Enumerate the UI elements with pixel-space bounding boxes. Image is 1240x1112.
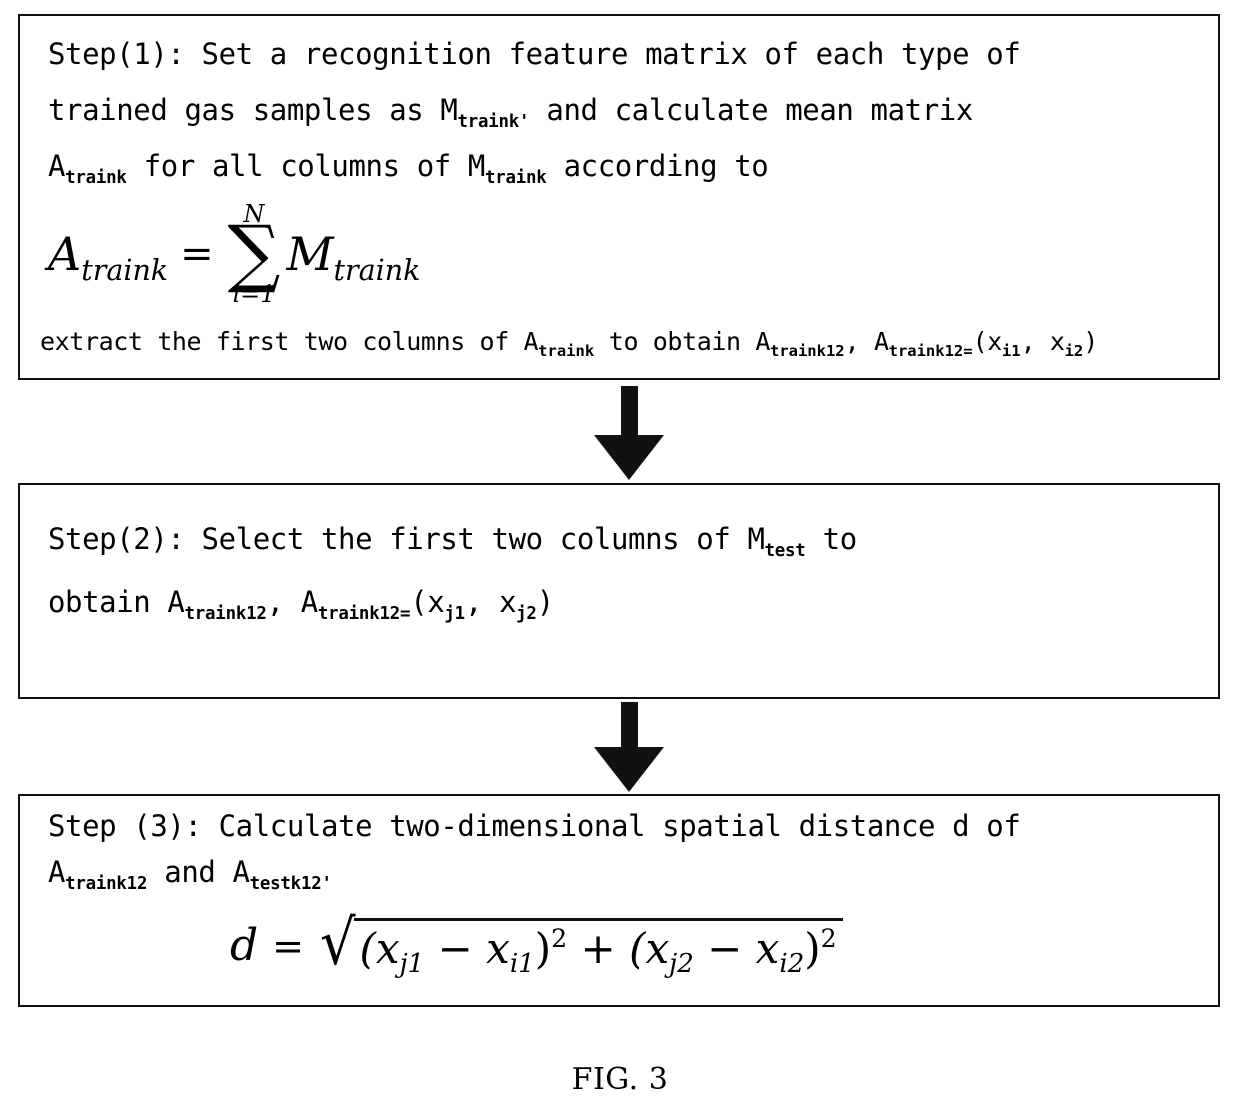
step1-tail-s5: i2: [1064, 341, 1084, 360]
step1-line-1-text: Step(1): Set a recognition feature matri…: [48, 37, 1021, 71]
step1-line-2-post: and calculate mean matrix: [529, 93, 973, 127]
step2-line-2-sub-4: j2: [516, 603, 537, 624]
figure-sheet: Step(1): Set a recognition feature matri…: [0, 0, 1240, 1112]
step3-line-2-pre: A: [48, 855, 66, 889]
step1-formula-summation: Atraink = N ∑ i=1 Mtraink: [48, 202, 420, 306]
formula-sum-lhs: Atraink: [48, 226, 168, 287]
dist-t1-sub-b: i1: [509, 948, 535, 979]
step3-line-1-text: Step (3): Calculate two-dimensional spat…: [48, 809, 1021, 843]
step-box-1-content: Step(1): Set a recognition feature matri…: [20, 16, 1218, 378]
step3-line-2: Atraink12 and Atestk12': [48, 855, 332, 893]
step1-line-3-mid: for all columns of M: [126, 149, 486, 183]
step1-line-3: Atraink for all columns of Mtraink accor…: [48, 149, 769, 187]
step2-line-1-post: to: [805, 522, 858, 556]
dist-t2-sub-a: j2: [669, 948, 694, 979]
formula-sum-equals: =: [180, 230, 214, 277]
dist-t1-exp: 2: [551, 924, 568, 954]
step-box-2-content: Step(2): Select the first two columns of…: [20, 485, 1218, 697]
step1-tail-s4: i1: [1001, 341, 1021, 360]
arrow-head-down-icon: [594, 435, 664, 480]
dist-t2-exp: 2: [820, 924, 837, 954]
step1-tail-p2: to obtain A: [594, 327, 771, 356]
step2-line-2-post: ): [536, 585, 554, 619]
arrow-step2-to-step3: [594, 702, 664, 792]
step-box-3: Step (3): Calculate two-dimensional spat…: [18, 794, 1220, 1007]
figure-caption: FIG. 3: [571, 1062, 669, 1097]
step2-line-2-pre: obtain A: [48, 585, 185, 619]
step-box-2: Step(2): Select the first two columns of…: [18, 483, 1220, 699]
formula-sum-rhs-base: M: [286, 226, 334, 281]
step1-tail-p5: , x: [1020, 327, 1065, 356]
dist-t2-open: (x: [629, 924, 670, 973]
step3-line-2-mid: and A: [147, 855, 250, 889]
step1-tail-line: extract the first two columns of Atraink…: [40, 327, 1098, 359]
dist-t1-open: (x: [359, 924, 400, 973]
step1-tail-p4: (x: [972, 327, 1003, 356]
step2-line-2-sub-3: j1: [444, 603, 465, 624]
arrow-shaft: [621, 702, 638, 750]
dist-t1-close: ): [534, 924, 552, 973]
step3-line-2-sub-1: traink12: [65, 873, 148, 894]
summation-icon: ∑: [227, 210, 281, 296]
dist-plus: +: [567, 924, 630, 973]
step1-line-2-pre: trained gas samples as M: [48, 93, 458, 127]
formula-dist-radicand: (xj1 − xi1)2 + (xj2 − xi2)2: [353, 918, 843, 979]
formula-dist-equals: =: [272, 923, 305, 968]
step2-line-2: obtain Atraink12, Atraink12=(xj1, xj2): [48, 585, 554, 623]
radical-icon: √: [319, 906, 356, 979]
step1-line-3-sub-2: traink: [484, 167, 547, 188]
step2-line-2-mid-2: (x: [410, 585, 445, 619]
formula-dist-lhs: d: [230, 920, 259, 972]
dist-t2-close: ): [804, 924, 821, 973]
step3-formula-distance: d = √ (xj1 − xi1)2 + (xj2 − xi2)2: [230, 906, 843, 979]
step-box-3-content: Step (3): Calculate two-dimensional spat…: [20, 796, 1218, 1005]
formula-sum-lhs-base: A: [48, 226, 82, 281]
formula-sum-lower-limit: i=1: [232, 279, 276, 308]
formula-sum-rhs-sub: traink: [333, 253, 421, 287]
dist-t1-sub-a: j1: [399, 948, 425, 979]
step3-line-1: Step (3): Calculate two-dimensional spat…: [48, 809, 1021, 843]
formula-sum-sigma-stack: N ∑ i=1: [228, 202, 281, 306]
step2-line-1: Step(2): Select the first two columns of…: [48, 522, 858, 560]
step2-line-2-sub-1: traink12: [184, 603, 267, 624]
arrow-head-down-icon: [594, 747, 664, 792]
step1-tail-s3: traink12=: [888, 341, 973, 360]
dist-t1-minus: − x: [424, 924, 510, 973]
step1-tail-p1: extract the first two columns of A: [40, 327, 539, 356]
step2-line-2-mid-3: , x: [464, 585, 517, 619]
step1-line-1: Step(1): Set a recognition feature matri…: [48, 37, 1021, 71]
formula-sum-lhs-sub: traink: [81, 253, 169, 287]
arrow-shaft: [621, 386, 638, 438]
step1-tail-p6: ): [1083, 327, 1098, 356]
step1-line-3-post: according to: [546, 149, 769, 183]
step1-tail-s2: traink12: [769, 341, 845, 360]
step2-line-1-pre: Step(2): Select the first two columns of…: [48, 522, 765, 556]
step3-line-2-sub-2: testk12': [249, 873, 332, 894]
step1-tail-p3: , A: [844, 327, 889, 356]
dist-t2-minus: − x: [693, 924, 780, 973]
formula-sum-rhs: Mtraink: [286, 226, 420, 287]
step-box-1: Step(1): Set a recognition feature matri…: [18, 14, 1220, 380]
step1-tail-s1: traink: [538, 341, 595, 360]
step2-line-1-sub: test: [764, 540, 806, 561]
dist-t2-sub-b: i2: [779, 948, 805, 979]
step1-line-2: trained gas samples as Mtraink' and calc…: [48, 93, 973, 131]
step2-line-2-mid-1: , A: [266, 585, 319, 619]
step1-line-3-sub-1: traink: [65, 167, 127, 188]
arrow-step1-to-step2: [594, 386, 664, 480]
formula-dist-sqrt: √ (xj1 − xi1)2 + (xj2 − xi2)2: [318, 906, 843, 979]
step1-line-3-pre: A: [48, 149, 66, 183]
step2-line-2-sub-2: traink12=: [317, 603, 411, 624]
step1-line-2-sub: traink': [457, 111, 530, 132]
